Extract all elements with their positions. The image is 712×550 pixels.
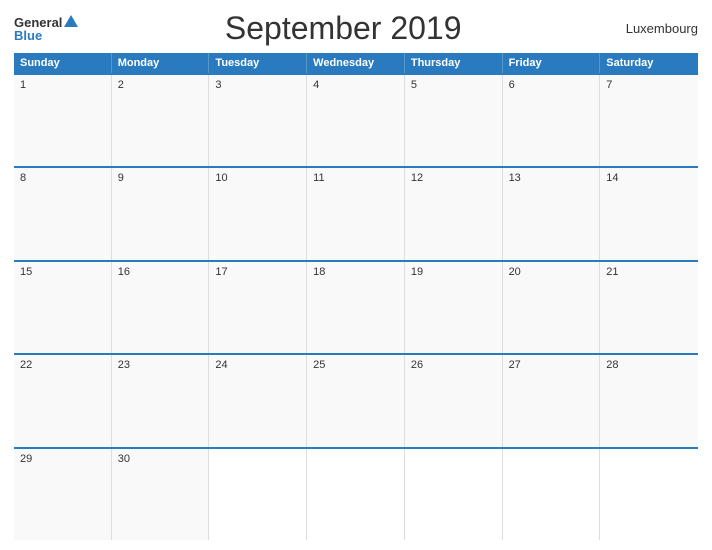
calendar: Sunday Monday Tuesday Wednesday Thursday… — [14, 53, 698, 540]
day-empty-2 — [307, 449, 405, 540]
day-21: 21 — [600, 262, 698, 353]
week-5: 29 30 — [14, 447, 698, 540]
day-24: 24 — [209, 355, 307, 446]
day-28: 28 — [600, 355, 698, 446]
week-4: 22 23 24 25 26 27 28 — [14, 353, 698, 446]
day-12: 12 — [405, 168, 503, 259]
day-19: 19 — [405, 262, 503, 353]
calendar-header: Sunday Monday Tuesday Wednesday Thursday… — [14, 53, 698, 73]
logo-general-text: General — [14, 16, 62, 29]
day-13: 13 — [503, 168, 601, 259]
day-9: 9 — [112, 168, 210, 259]
day-2: 2 — [112, 75, 210, 166]
day-empty-5 — [600, 449, 698, 540]
day-26: 26 — [405, 355, 503, 446]
day-empty-1 — [209, 449, 307, 540]
day-8: 8 — [14, 168, 112, 259]
day-6: 6 — [503, 75, 601, 166]
week-3: 15 16 17 18 19 20 21 — [14, 260, 698, 353]
day-3: 3 — [209, 75, 307, 166]
header-friday: Friday — [503, 53, 601, 73]
day-7: 7 — [600, 75, 698, 166]
day-16: 16 — [112, 262, 210, 353]
day-17: 17 — [209, 262, 307, 353]
day-empty-3 — [405, 449, 503, 540]
header-tuesday: Tuesday — [209, 53, 307, 73]
day-14: 14 — [600, 168, 698, 259]
day-10: 10 — [209, 168, 307, 259]
calendar-title: September 2019 — [78, 10, 608, 47]
header-sunday: Sunday — [14, 53, 112, 73]
day-30: 30 — [112, 449, 210, 540]
logo-triangle-icon — [64, 15, 78, 27]
country-label: Luxembourg — [608, 21, 698, 36]
header-saturday: Saturday — [600, 53, 698, 73]
week-1: 1 2 3 4 5 6 7 — [14, 73, 698, 166]
header-thursday: Thursday — [405, 53, 503, 73]
day-11: 11 — [307, 168, 405, 259]
day-23: 23 — [112, 355, 210, 446]
day-1: 1 — [14, 75, 112, 166]
page-header: General Blue September 2019 Luxembourg — [14, 10, 698, 47]
day-18: 18 — [307, 262, 405, 353]
day-29: 29 — [14, 449, 112, 540]
day-15: 15 — [14, 262, 112, 353]
logo-blue-text: Blue — [14, 29, 42, 42]
day-5: 5 — [405, 75, 503, 166]
calendar-page: General Blue September 2019 Luxembourg S… — [0, 0, 712, 550]
day-4: 4 — [307, 75, 405, 166]
header-wednesday: Wednesday — [307, 53, 405, 73]
day-empty-4 — [503, 449, 601, 540]
header-monday: Monday — [112, 53, 210, 73]
day-25: 25 — [307, 355, 405, 446]
day-22: 22 — [14, 355, 112, 446]
logo: General Blue — [14, 16, 78, 42]
calendar-body: 1 2 3 4 5 6 7 8 9 10 11 12 13 14 15 16 1… — [14, 73, 698, 540]
day-20: 20 — [503, 262, 601, 353]
day-27: 27 — [503, 355, 601, 446]
week-2: 8 9 10 11 12 13 14 — [14, 166, 698, 259]
